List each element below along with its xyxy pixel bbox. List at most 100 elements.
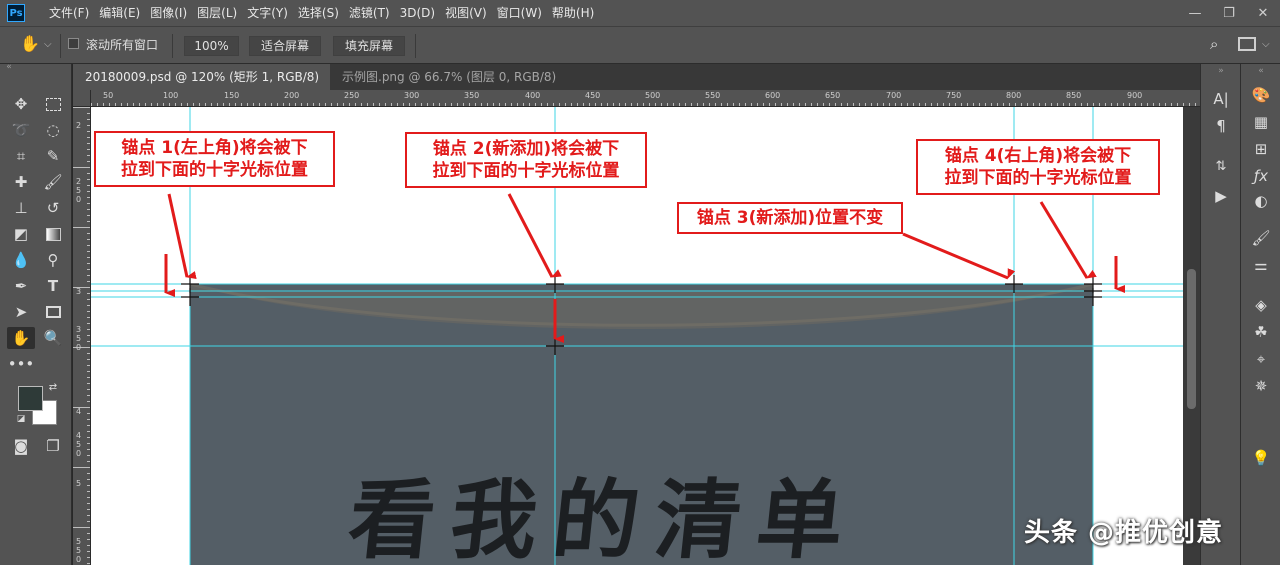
menu-select[interactable]: 选择(S) (293, 0, 344, 26)
channels-panel-icon[interactable]: ☘ (1249, 321, 1273, 343)
ruler-label: 350 (464, 91, 480, 100)
menu-window[interactable]: 窗口(W) (492, 0, 547, 26)
fit-screen-button[interactable]: 适合屏幕 (249, 36, 321, 56)
restore-button[interactable]: ❐ (1212, 0, 1246, 26)
ruler-label: 800 (1006, 91, 1022, 100)
layers-panel-icon[interactable]: ◈ (1249, 294, 1273, 316)
annotation-line: 拉到下面的十字光标位置 (121, 160, 308, 180)
annotation-anchor-1: 锚点 1(左上角)将会被下 拉到下面的十字光标位置 (94, 131, 335, 187)
rectangle-tool-icon[interactable] (40, 301, 66, 323)
paths-panel-icon[interactable]: ⌖ (1249, 348, 1273, 370)
tab-document-2[interactable]: 示例图.png @ 66.7% (图层 0, RGB/8) *× (330, 64, 580, 110)
color-panel-icon[interactable]: 🎨 (1249, 84, 1273, 106)
grid-panel-icon[interactable]: ⊞ (1249, 138, 1273, 160)
quick-select-tool-icon[interactable]: ◌ (40, 119, 66, 141)
close-window-button[interactable]: ✕ (1246, 0, 1280, 26)
quick-mask-icon[interactable]: ◙ (8, 435, 34, 457)
ruler-origin[interactable] (73, 90, 91, 107)
annotation-line: 锚点 2(新添加)将会被下 (432, 139, 620, 159)
swatches-panel-icon[interactable]: ▦ (1249, 111, 1273, 133)
ruler-label: 3 5 0 (76, 325, 82, 352)
canvas-area[interactable]: 看我的清单 锚点 1(左上角)将会被下 拉到下面的十字光标位置 锚点 2(新添加… (91, 107, 1200, 565)
ruler-label: 4 (76, 407, 82, 416)
swap-colors-icon[interactable]: ⇄ (44, 380, 62, 394)
annotation-line: 拉到下面的十字光标位置 (944, 168, 1132, 188)
eyedropper-tool-icon[interactable]: ✎ (40, 145, 66, 167)
collapse-icon[interactable]: « (0, 62, 18, 72)
stamp-tool-icon[interactable]: ⊥ (8, 197, 34, 219)
fx-styles-icon[interactable]: ƒx (1249, 165, 1273, 187)
crop-tool-icon[interactable]: ⌗ (8, 145, 34, 167)
collapse-icon[interactable]: » (1209, 66, 1233, 76)
fill-screen-button[interactable]: 填充屏幕 (333, 36, 405, 56)
document-tabs: 20180009.psd @ 120% (矩形 1, RGB/8) *× 示例图… (73, 64, 1200, 110)
scrollbar-thumb[interactable] (1187, 269, 1196, 409)
properties-sliders-icon[interactable]: ⚌ (1249, 254, 1273, 276)
brush-tool-icon[interactable]: 🖌 (40, 171, 66, 193)
path-select-icon[interactable]: ➤ (8, 301, 34, 323)
menu-help[interactable]: 帮助(H) (547, 0, 599, 26)
learn-bulb-icon[interactable]: 💡 (1249, 447, 1273, 469)
watermark: 头条 @推优创意 (1024, 518, 1224, 548)
more-tools-icon[interactable]: ••• (8, 353, 35, 375)
annotation-anchor-2: 锚点 2(新添加)将会被下 拉到下面的十字光标位置 (405, 132, 647, 188)
ruler-label: 900 (1127, 91, 1143, 100)
minimize-button[interactable]: — (1178, 0, 1212, 26)
blur-tool-icon[interactable]: 💧 (8, 249, 34, 271)
menu-3d[interactable]: 3D(D) (395, 0, 440, 26)
chevron-down-icon[interactable]: ⌵ (1262, 36, 1270, 56)
ruler-label: 550 (705, 91, 721, 100)
vertical-ruler[interactable]: 2 2 5 0 3 3 5 0 4 4 5 0 5 5 5 0 (73, 107, 91, 565)
actions-play-icon[interactable]: ▶ (1209, 185, 1233, 207)
right-dock-collapsed-1: » A| ¶ ⇅ ▶ (1200, 64, 1240, 565)
ruler-label: 150 (224, 91, 240, 100)
zoom-tool-icon[interactable]: 🔍 (40, 327, 66, 349)
menu-filter[interactable]: 滤镜(T) (344, 0, 395, 26)
pen-tool-icon[interactable]: ✒ (8, 275, 34, 297)
workspace-icon[interactable] (1238, 37, 1256, 51)
lasso-tool-icon[interactable]: ➰ (8, 119, 34, 141)
healing-brush-icon[interactable]: ✚ (8, 171, 34, 193)
annotation-anchor-3: 锚点 3(新添加)位置不变 (677, 202, 903, 234)
marquee-tool-icon[interactable] (40, 93, 66, 115)
ruler-label: 250 (344, 91, 360, 100)
vertical-scrollbar[interactable] (1183, 107, 1200, 565)
paragraph-panel-icon[interactable]: ¶ (1209, 115, 1233, 137)
menu-file[interactable]: 文件(F) (44, 0, 94, 26)
adjustments-icon[interactable]: ◐ (1249, 190, 1273, 212)
hand-tool-preset-icon[interactable]: ✋ (20, 35, 40, 55)
menu-type[interactable]: 文字(Y) (242, 0, 293, 26)
ruler-label: 850 (1066, 91, 1082, 100)
menu-image[interactable]: 图像(I) (145, 0, 192, 26)
annotation-line: 拉到下面的十字光标位置 (432, 161, 620, 181)
ruler-label: 450 (585, 91, 601, 100)
horizontal-ruler[interactable]: 50 100 150 200 250 300 350 400 450 500 5… (91, 90, 1200, 107)
type-tool-icon[interactable]: T (40, 275, 66, 297)
ruler-label: 650 (825, 91, 841, 100)
brush-settings-icon[interactable]: 🖌 (1249, 227, 1273, 249)
collapse-icon[interactable]: « (1249, 66, 1273, 76)
history-panel-icon[interactable]: ⇅ (1209, 155, 1233, 177)
screen-mode-icon[interactable]: ❐ (40, 435, 66, 457)
scroll-all-checkbox[interactable] (68, 38, 79, 49)
eraser-tool-icon[interactable]: ◩ (8, 223, 34, 245)
menu-view[interactable]: 视图(V) (440, 0, 492, 26)
zoom-100-button[interactable]: 100% (184, 36, 239, 56)
default-colors-icon[interactable]: ◪ (14, 412, 28, 426)
navigator-icon[interactable]: ✵ (1249, 375, 1273, 397)
move-tool-icon[interactable]: ✥ (8, 93, 34, 115)
right-dock-collapsed-2: « 🎨 ▦ ⊞ ƒx ◐ 🖌 ⚌ ◈ ☘ ⌖ ✵ 💡 (1240, 64, 1280, 565)
menu-layer[interactable]: 图层(L) (192, 0, 242, 26)
hand-tool-icon[interactable]: ✋ (7, 327, 35, 349)
foreground-color-swatch[interactable] (18, 386, 43, 411)
scroll-all-label: 滚动所有窗口 (86, 38, 159, 52)
photoshop-logo: Ps (7, 4, 25, 22)
gradient-tool-icon[interactable] (40, 223, 66, 245)
history-brush-icon[interactable]: ↺ (40, 197, 66, 219)
character-panel-icon[interactable]: A| (1209, 88, 1233, 110)
menu-edit[interactable]: 编辑(E) (94, 0, 145, 26)
chevron-down-icon[interactable]: ⌵ (44, 36, 52, 56)
dodge-tool-icon[interactable]: ⚲ (40, 249, 66, 271)
tab-document-1[interactable]: 20180009.psd @ 120% (矩形 1, RGB/8) *× (73, 64, 330, 110)
search-icon[interactable]: ⌕ (1210, 35, 1218, 55)
